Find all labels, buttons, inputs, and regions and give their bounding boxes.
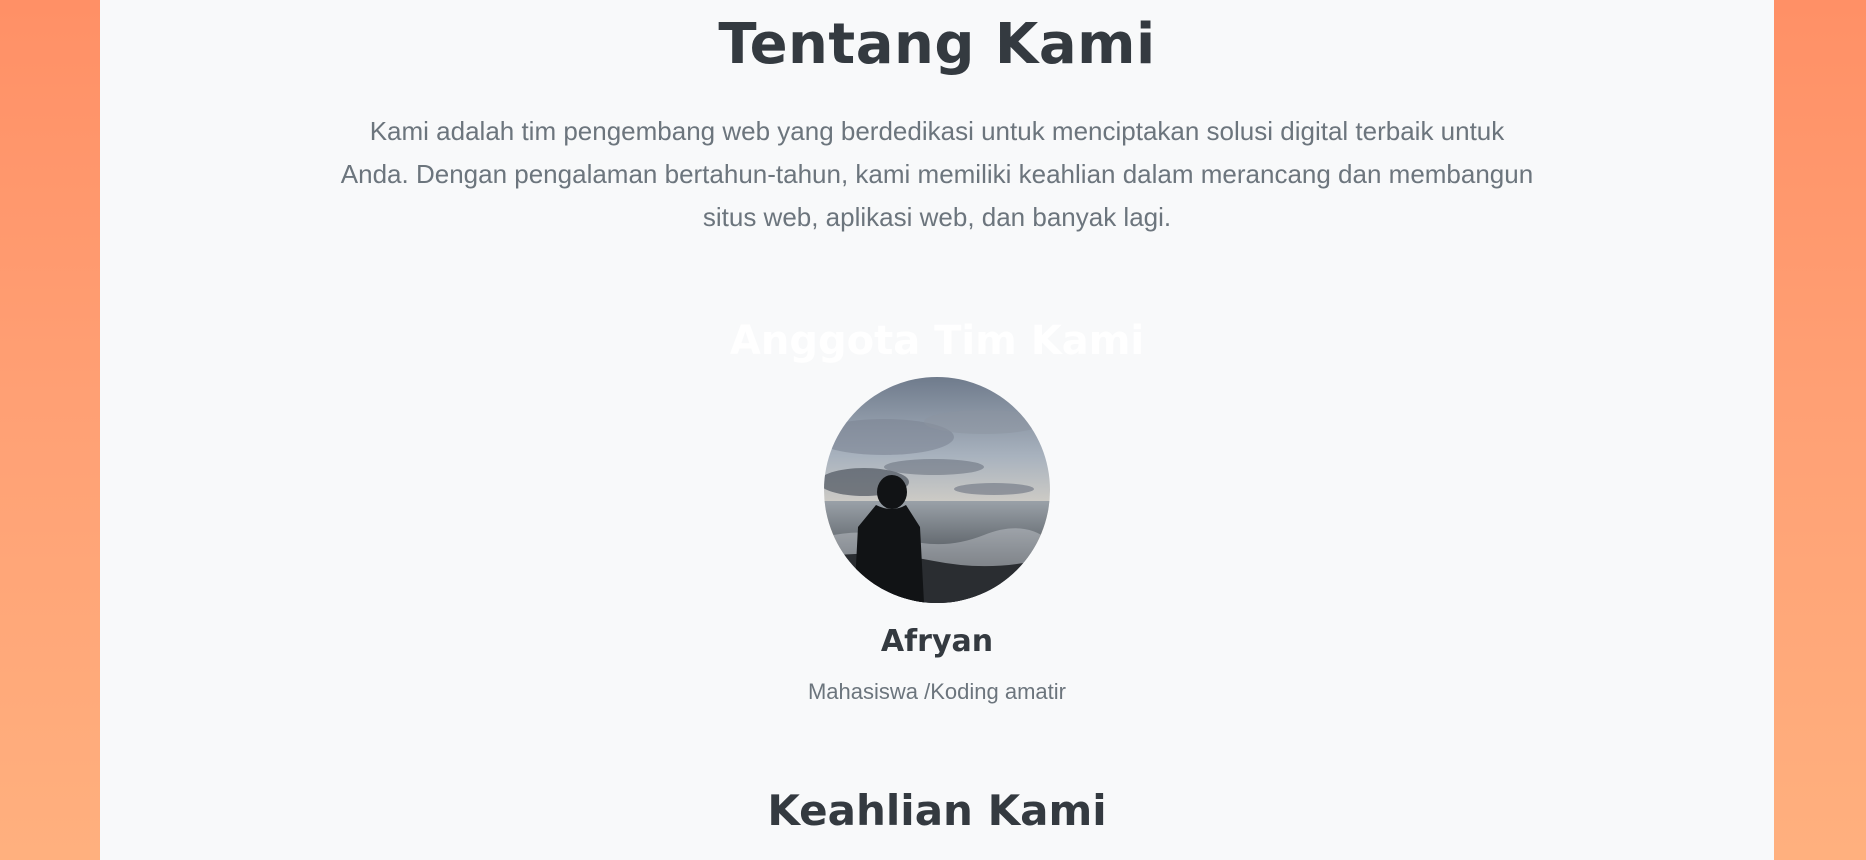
member-name: Afryan	[880, 624, 994, 659]
page-title: Tentang Kami	[718, 12, 1156, 77]
about-description: Kami adalah tim pengembang web yang berd…	[340, 116, 1534, 232]
skills-heading: Keahlian Kami	[767, 786, 1107, 835]
person-at-beach-photo-icon	[824, 377, 1050, 603]
member-avatar	[824, 377, 1050, 603]
member-role: Mahasiswa /Koding amatir	[807, 679, 1066, 704]
about-section: Tentang Kami Kami adalah tim pengembang …	[100, 0, 1774, 860]
team-heading: Anggota Tim Kami	[729, 318, 1145, 364]
